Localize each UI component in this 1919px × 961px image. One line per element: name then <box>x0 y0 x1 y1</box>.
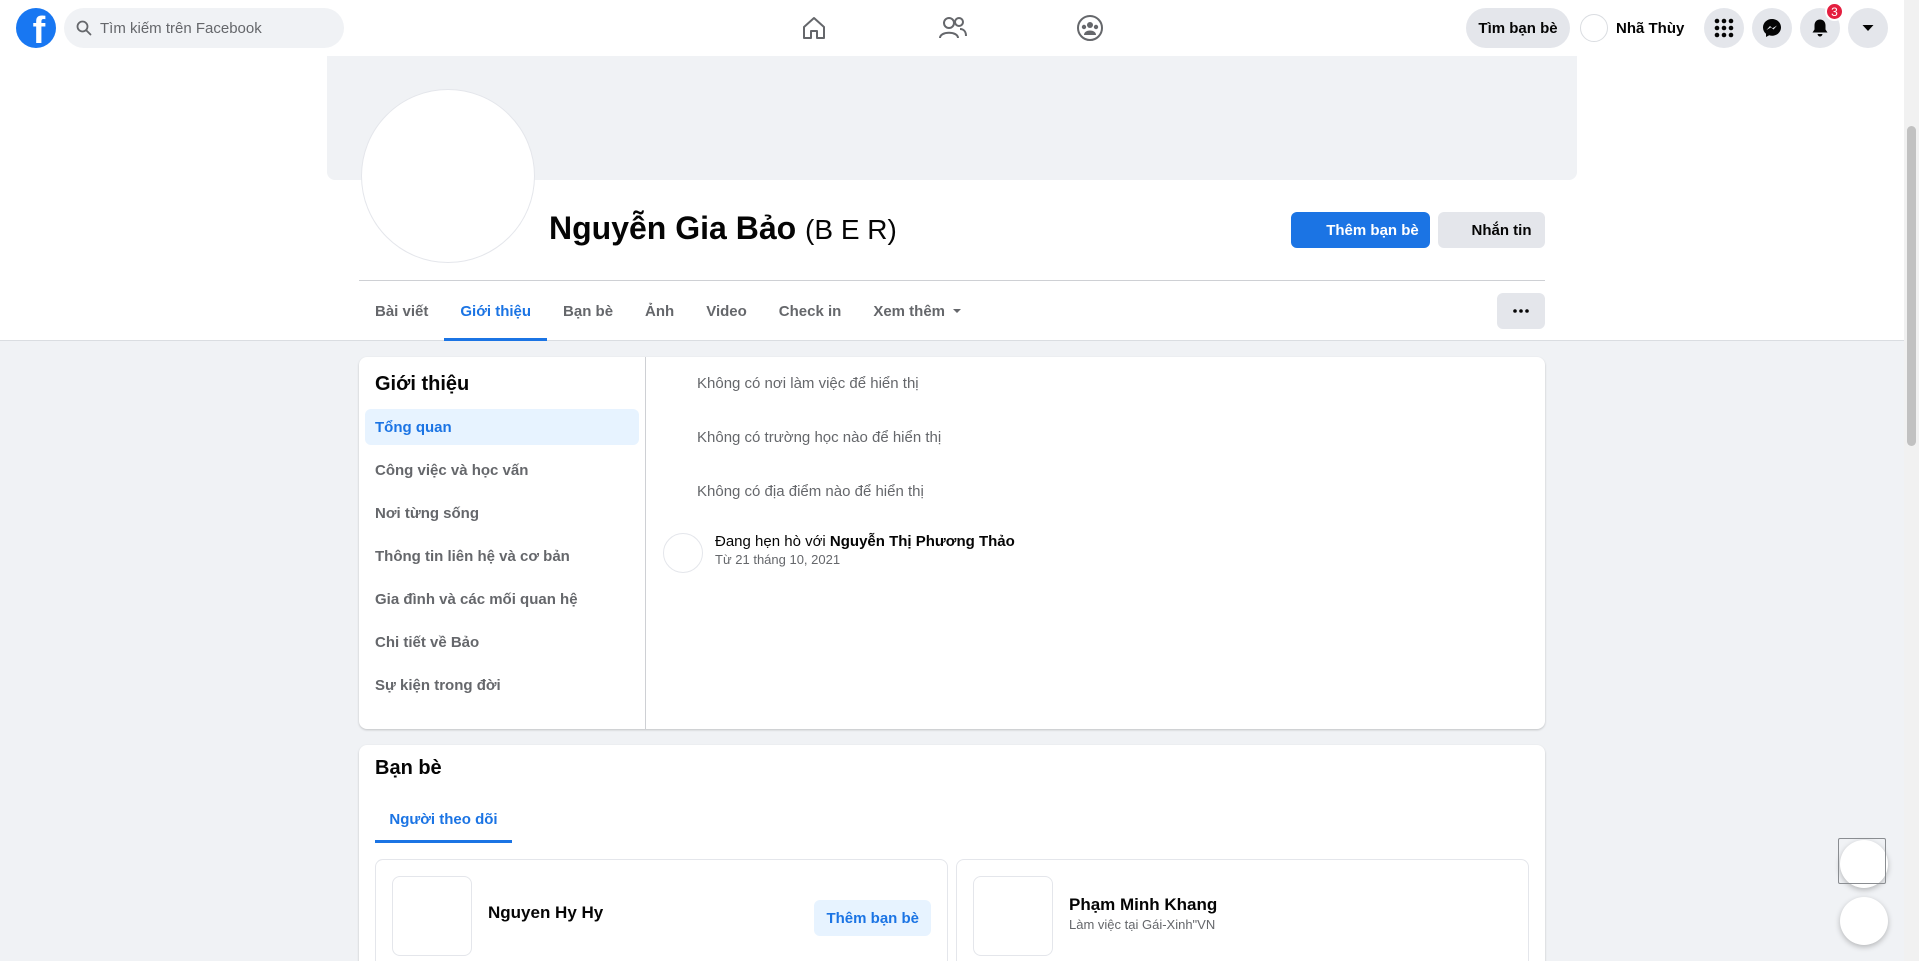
about-menu-overview[interactable]: Tổng quan <box>365 409 639 445</box>
tab-about[interactable]: Giới thiệu <box>444 281 547 341</box>
add-friend-label: Thêm bạn bè <box>1326 221 1419 239</box>
profile-alternate-name: (B E R) <box>805 214 897 245</box>
chat-head[interactable] <box>1838 838 1888 888</box>
facebook-logo-icon[interactable]: f <box>16 8 56 48</box>
about-menu-contact-basic[interactable]: Thông tin liên hệ và cơ bản <box>365 538 639 574</box>
add-friend-button[interactable]: Thêm bạn bè <box>1291 212 1430 248</box>
work-info: Không có nơi làm việc để hiển thị <box>697 375 919 392</box>
messenger-button[interactable] <box>1752 8 1792 48</box>
profile-tabs: Bài viết Giới thiệu Bạn bè Ảnh Video Che… <box>359 281 979 341</box>
home-icon <box>803 17 825 39</box>
relationship-info: Đang hẹn hò với Nguyễn Thị Phương Thảo T… <box>663 533 1015 573</box>
about-sidebar: Giới thiệu Tổng quan Công việc và học vấ… <box>359 357 646 729</box>
relationship-prefix: Đang hẹn hò với <box>715 533 830 550</box>
groups-icon <box>1077 15 1103 41</box>
scrollbar-thumb[interactable] <box>1907 126 1916 446</box>
menu-grid-icon <box>1714 18 1734 38</box>
message-label: Nhắn tin <box>1471 221 1532 239</box>
friend-name[interactable]: Phạm Minh Khang <box>1069 895 1217 915</box>
bell-icon <box>1812 19 1828 37</box>
tab-more-label: Xem thêm <box>873 302 946 320</box>
tab-photos[interactable]: Ảnh <box>629 281 690 341</box>
tab-videos[interactable]: Video <box>690 281 763 341</box>
avatar <box>1580 14 1608 42</box>
friend-name[interactable]: Nguyen Hy Hy <box>488 903 603 923</box>
friend-photo[interactable] <box>392 876 472 956</box>
friend-photo[interactable] <box>973 876 1053 956</box>
menu-button[interactable] <box>1704 8 1744 48</box>
about-menu-work-education[interactable]: Công việc và học vấn <box>365 452 639 488</box>
account-button[interactable] <box>1848 8 1888 48</box>
find-friends-button[interactable]: Tìm bạn bè <box>1466 8 1570 48</box>
about-menu-places-lived[interactable]: Nơi từng sống <box>365 495 639 531</box>
caret-down-icon <box>1862 25 1874 31</box>
profile-picture[interactable] <box>362 90 534 262</box>
ellipsis-icon <box>1513 309 1529 313</box>
partner-avatar[interactable] <box>663 533 703 573</box>
profile-name-text: Nguyễn Gia Bảo <box>549 210 797 246</box>
search-input[interactable] <box>100 19 320 37</box>
friends-nav-button[interactable] <box>923 8 983 48</box>
about-menu-details[interactable]: Chi tiết về Bảo <box>365 624 639 660</box>
notification-count-badge: 3 <box>1825 2 1844 21</box>
friend-card[interactable]: Phạm Minh Khang Làm việc tại Gái-Xinh"VN <box>956 859 1529 961</box>
broken-image-icon <box>1838 838 1886 884</box>
home-nav-button[interactable] <box>784 8 844 48</box>
school-info: Không có trường học nào để hiển thị <box>697 429 942 446</box>
profile-chip[interactable]: Nhã Thùy <box>1580 8 1684 48</box>
search-box[interactable] <box>64 8 344 48</box>
notifications-button[interactable]: 3 <box>1800 2 1844 48</box>
place-info: Không có địa điểm nào để hiển thị <box>697 483 924 500</box>
groups-nav-button[interactable] <box>1060 8 1120 48</box>
friend-subtitle: Làm việc tại Gái-Xinh"VN <box>1069 917 1216 932</box>
tab-followers[interactable]: Người theo dõi <box>375 795 512 843</box>
caret-down-icon <box>953 309 962 313</box>
friends-card: Bạn bè Người theo dõi Nguyen Hy Hy Thêm … <box>359 745 1545 961</box>
tab-more[interactable]: Xem thêm <box>857 281 979 341</box>
user-name: Nhã Thùy <box>1616 19 1685 37</box>
about-menu-family-relationships[interactable]: Gia đình và các mối quan hệ <box>365 581 639 617</box>
more-options-button[interactable] <box>1497 293 1545 329</box>
tab-friends[interactable]: Bạn bè <box>547 281 629 341</box>
about-card: Giới thiệu Tổng quan Công việc và học vấ… <box>359 357 1545 729</box>
friends-icon <box>939 17 967 39</box>
about-title: Giới thiệu <box>375 373 470 395</box>
tab-posts[interactable]: Bài viết <box>359 281 444 341</box>
message-button[interactable]: Nhắn tin <box>1438 212 1545 248</box>
profile-name: Nguyễn Gia Bảo (B E R) <box>549 210 897 247</box>
friends-title: Bạn bè <box>375 757 442 779</box>
partner-name-link[interactable]: Nguyễn Thị Phương Thảo <box>830 533 1015 550</box>
page-scrollbar[interactable] <box>1904 0 1919 961</box>
profile-header: Nguyễn Gia Bảo (B E R) Thêm bạn bè Nhắn … <box>0 56 1904 341</box>
relationship-status: Đang hẹn hò với Nguyễn Thị Phương Thảo <box>715 533 1015 550</box>
tab-check-ins[interactable]: Check in <box>763 281 858 341</box>
search-icon <box>76 20 92 36</box>
friend-card[interactable]: Nguyen Hy Hy Thêm bạn bè <box>375 859 948 961</box>
messenger-icon <box>1763 19 1781 37</box>
relationship-since: Từ 21 tháng 10, 2021 <box>715 552 841 567</box>
about-menu-life-events[interactable]: Sự kiện trong đời <box>365 667 639 703</box>
new-message-button[interactable] <box>1840 897 1888 945</box>
add-friend-button[interactable]: Thêm bạn bè <box>814 900 931 936</box>
top-navigation-bar: f Tìm bạn bè Nhã Thùy <box>0 0 1904 56</box>
